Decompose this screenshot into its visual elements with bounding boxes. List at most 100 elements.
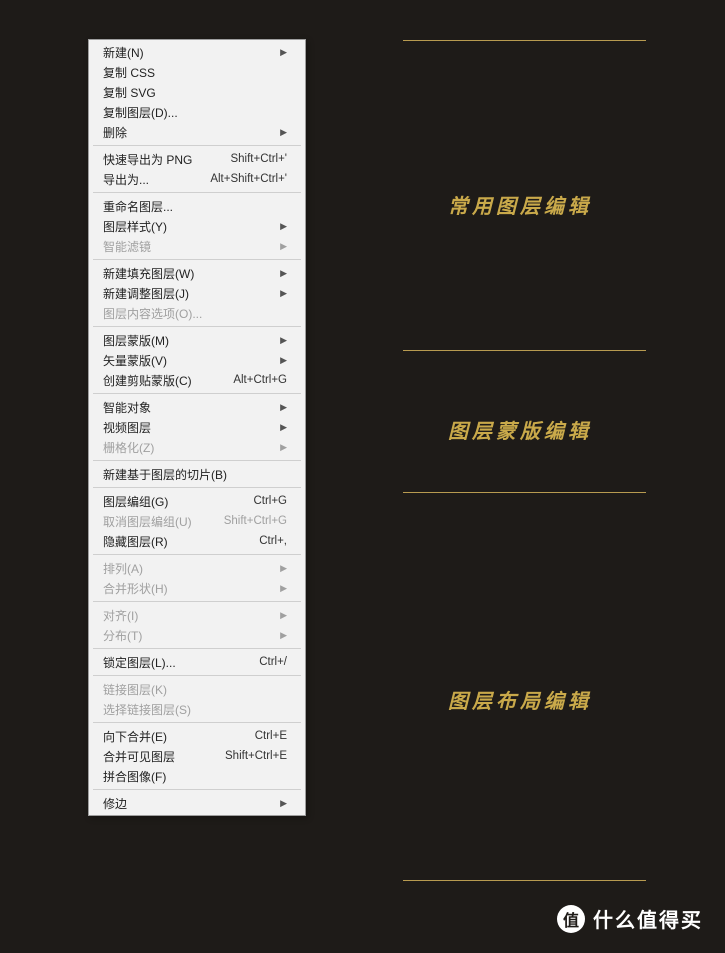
submenu-arrow-icon: ▶: [280, 241, 287, 252]
menu-item-label: 向下合并(E): [103, 728, 255, 745]
watermark-text: 什么值得买: [593, 904, 703, 933]
menu-item[interactable]: 重命名图层...: [89, 196, 305, 216]
context-menu: 新建(N)▶ 复制 CSS 复制 SVG 复制图层(D)... 删除 ▶ 快速导出为 PNG…: [88, 39, 306, 816]
submenu-arrow-icon: ▶: [280, 268, 287, 279]
menu-item[interactable]: 图层编组(G)Ctrl+G: [89, 491, 305, 511]
menu-item[interactable]: 删除 ▶: [89, 122, 305, 142]
submenu-arrow-icon: ▶: [280, 47, 287, 58]
menu-item-label: 智能对象: [103, 399, 274, 416]
submenu-arrow-icon: ▶: [280, 335, 287, 346]
menu-item-label: 修边: [103, 795, 274, 812]
menu-item-label: 复制图层(D)...: [103, 104, 287, 121]
menu-item-label: 复制 CSS: [103, 64, 287, 81]
menu-item: 取消图层编组(U)Shift+Ctrl+G: [89, 511, 305, 531]
menu-item-shortcut: Ctrl+,: [259, 535, 287, 547]
menu-item: 排列(A) ▶: [89, 558, 305, 578]
menu-item: 栅格化(Z)▶: [89, 437, 305, 457]
menu-item-label: 视频图层: [103, 419, 274, 436]
menu-item[interactable]: 新建基于图层的切片(B): [89, 464, 305, 484]
menu-item-label: 重命名图层...: [103, 198, 287, 215]
menu-item-label: 矢量蒙版(V): [103, 352, 274, 369]
menu-item-label: 排列(A): [103, 560, 274, 577]
submenu-arrow-icon: ▶: [280, 402, 287, 413]
menu-item[interactable]: 复制 SVG: [89, 82, 305, 102]
menu-item[interactable]: 图层蒙版(M) ▶: [89, 330, 305, 350]
menu-item[interactable]: 矢量蒙版(V) ▶: [89, 350, 305, 370]
annotation-line: [403, 40, 646, 41]
menu-item[interactable]: 新建填充图层(W)▶: [89, 263, 305, 283]
menu-separator: [93, 460, 301, 461]
menu-separator: [93, 326, 301, 327]
menu-separator: [93, 487, 301, 488]
submenu-arrow-icon: ▶: [280, 288, 287, 299]
menu-item-label: 新建基于图层的切片(B): [103, 466, 287, 483]
menu-item-shortcut: Shift+Ctrl+E: [225, 750, 287, 762]
menu-item[interactable]: 复制 CSS: [89, 62, 305, 82]
menu-separator: [93, 145, 301, 146]
menu-item-label: 图层编组(G): [103, 493, 253, 510]
submenu-arrow-icon: ▶: [280, 583, 287, 594]
menu-item: 合并形状(H) ▶: [89, 578, 305, 598]
menu-item-label: 拼合图像(F): [103, 768, 287, 785]
menu-item[interactable]: 向下合并(E)Ctrl+E: [89, 726, 305, 746]
menu-item[interactable]: 图层样式(Y)▶: [89, 216, 305, 236]
menu-item[interactable]: 拼合图像(F): [89, 766, 305, 786]
menu-item-shortcut: Shift+Ctrl+': [230, 153, 287, 165]
submenu-arrow-icon: ▶: [280, 610, 287, 621]
submenu-arrow-icon: ▶: [280, 422, 287, 433]
menu-item[interactable]: 锁定图层(L)...Ctrl+/: [89, 652, 305, 672]
menu-item-label: 合并形状(H): [103, 580, 274, 597]
annotation-line: [403, 880, 646, 881]
submenu-arrow-icon: ▶: [280, 127, 287, 138]
menu-item-label: 合并可见图层: [103, 748, 225, 765]
menu-separator: [93, 601, 301, 602]
menu-item[interactable]: 新建(N)▶: [89, 42, 305, 62]
menu-item-label: 创建剪贴蒙版(C): [103, 372, 233, 389]
menu-item-label: 隐藏图层(R): [103, 533, 259, 550]
menu-item: 对齐(I)▶: [89, 605, 305, 625]
menu-item-label: 图层蒙版(M): [103, 332, 274, 349]
menu-item-label: 图层样式(Y): [103, 218, 274, 235]
menu-item-label: 新建调整图层(J): [103, 285, 274, 302]
menu-item-label: 删除: [103, 124, 274, 141]
menu-item-shortcut: Ctrl+/: [259, 656, 287, 668]
menu-item[interactable]: 复制图层(D)...: [89, 102, 305, 122]
menu-item-shortcut: Alt+Shift+Ctrl+': [210, 173, 287, 185]
menu-separator: [93, 554, 301, 555]
menu-item[interactable]: 智能对象 ▶: [89, 397, 305, 417]
menu-item-label: 链接图层(K): [103, 681, 287, 698]
menu-item: 分布(T)▶: [89, 625, 305, 645]
menu-separator: [93, 259, 301, 260]
menu-item-label: 复制 SVG: [103, 84, 287, 101]
menu-item-label: 智能滤镜: [103, 238, 274, 255]
menu-item[interactable]: 修边 ▶: [89, 793, 305, 813]
menu-item-label: 锁定图层(L)...: [103, 654, 259, 671]
menu-item[interactable]: 新建调整图层(J) ▶: [89, 283, 305, 303]
menu-item-shortcut: Ctrl+E: [255, 730, 287, 742]
menu-item[interactable]: 合并可见图层Shift+Ctrl+E: [89, 746, 305, 766]
menu-item[interactable]: 导出为...Alt+Shift+Ctrl+': [89, 169, 305, 189]
menu-item-shortcut: Ctrl+G: [253, 495, 287, 507]
menu-item[interactable]: 创建剪贴蒙版(C)Alt+Ctrl+G: [89, 370, 305, 390]
menu-item[interactable]: 隐藏图层(R)Ctrl+,: [89, 531, 305, 551]
annotation-label-1: 常用图层编辑: [448, 190, 592, 219]
menu-item: 选择链接图层(S): [89, 699, 305, 719]
annotation-label-3: 图层布局编辑: [448, 685, 592, 714]
submenu-arrow-icon: ▶: [280, 355, 287, 366]
menu-separator: [93, 722, 301, 723]
menu-separator: [93, 393, 301, 394]
menu-item[interactable]: 视频图层 ▶: [89, 417, 305, 437]
submenu-arrow-icon: ▶: [280, 563, 287, 574]
menu-item-label: 取消图层编组(U): [103, 513, 224, 530]
annotation-line: [403, 492, 646, 493]
menu-separator: [93, 789, 301, 790]
submenu-arrow-icon: ▶: [280, 442, 287, 453]
menu-item-shortcut: Alt+Ctrl+G: [233, 374, 287, 386]
menu-separator: [93, 675, 301, 676]
menu-separator: [93, 648, 301, 649]
menu-item-shortcut: Shift+Ctrl+G: [224, 515, 287, 527]
submenu-arrow-icon: ▶: [280, 798, 287, 809]
annotation-label-2: 图层蒙版编辑: [448, 415, 592, 444]
menu-separator: [93, 192, 301, 193]
menu-item[interactable]: 快速导出为 PNGShift+Ctrl+': [89, 149, 305, 169]
